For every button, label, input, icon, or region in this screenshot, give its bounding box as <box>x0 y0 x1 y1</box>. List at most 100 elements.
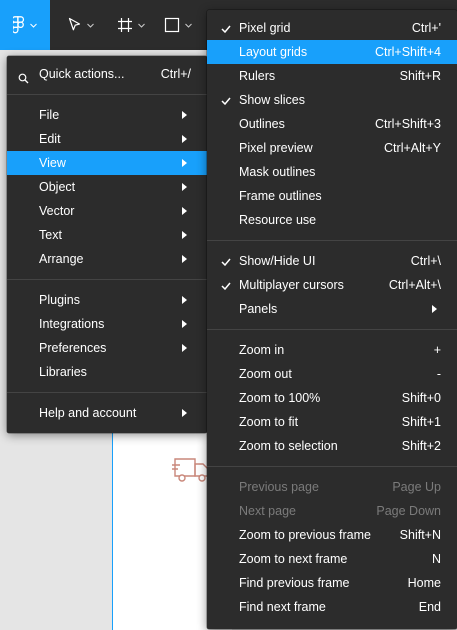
menu-item-zoom-to-next-frame[interactable]: Zoom to next frame N <box>207 547 457 571</box>
menu-item-shortcut: Ctrl+Shift+3 <box>374 117 441 131</box>
chevron-right-icon <box>182 296 187 304</box>
menu-item-zoom-to-fit[interactable]: Zoom to fit Shift+1 <box>207 410 457 434</box>
move-tool-button[interactable] <box>58 0 104 50</box>
menu-item-help-and-account[interactable]: Help and account <box>7 401 207 425</box>
menu-item-next-page: Next page Page Down <box>207 499 457 523</box>
menu-item-preferences[interactable]: Preferences <box>7 336 207 360</box>
menu-item-quick-actions[interactable]: Quick actions... Ctrl+/ <box>7 62 207 86</box>
menu-item-libraries[interactable]: Libraries <box>7 360 207 384</box>
menu-item-label: Pixel grid <box>239 21 291 35</box>
menu-separator <box>7 392 207 393</box>
chevron-right-icon <box>182 255 187 263</box>
menu-item-zoom-in[interactable]: Zoom in + <box>207 338 457 362</box>
menu-item-label: Show slices <box>239 93 305 107</box>
menu-item-mask-outlines[interactable]: Mask outlines <box>207 160 457 184</box>
menu-item-zoom-out[interactable]: Zoom out - <box>207 362 457 386</box>
menu-item-panels[interactable]: Panels <box>207 297 457 321</box>
menu-item-label: Find previous frame <box>239 576 350 590</box>
menu-item-label: Help and account <box>39 406 137 420</box>
menu-item-label: Vector <box>39 204 75 218</box>
menu-item-rulers[interactable]: Rulers Shift+R <box>207 64 457 88</box>
menu-separator <box>207 240 457 241</box>
menu-separator <box>207 329 457 330</box>
menu-item-file[interactable]: File <box>7 103 207 127</box>
menu-item-shortcut: Home <box>407 576 441 590</box>
rectangle-icon <box>164 17 180 33</box>
menu-item-label: Layout grids <box>239 45 308 59</box>
menu-item-find-previous-frame[interactable]: Find previous frame Home <box>207 571 457 595</box>
menu-item-label: Zoom to 100% <box>239 391 321 405</box>
menu-item-shortcut: Shift+N <box>399 528 441 542</box>
chevron-right-icon <box>182 344 187 352</box>
menu-item-label: Panels <box>239 302 278 316</box>
menu-item-object[interactable]: Object <box>7 175 207 199</box>
menu-item-text[interactable]: Text <box>7 223 207 247</box>
checkmark-icon <box>219 16 233 40</box>
chevron-down-icon <box>185 23 192 28</box>
chevron-right-icon <box>182 320 187 328</box>
menu-item-show-slices[interactable]: Show slices <box>207 88 457 112</box>
menu-item-label: Preferences <box>39 341 107 355</box>
menu-item-zoom-to-selection[interactable]: Zoom to selection Shift+2 <box>207 434 457 458</box>
menu-item-edit[interactable]: Edit <box>7 127 207 151</box>
shape-tool-button[interactable] <box>155 0 201 50</box>
chevron-right-icon <box>182 231 187 239</box>
menu-item-shortcut: Ctrl+Alt+Y <box>384 141 441 155</box>
menu-item-label: Outlines <box>239 117 285 131</box>
menu-item-zoom-to-100[interactable]: Zoom to 100% Shift+0 <box>207 386 457 410</box>
menu-item-view[interactable]: View <box>7 151 207 175</box>
menu-item-integrations[interactable]: Integrations <box>7 312 207 336</box>
chevron-down-icon <box>30 23 37 28</box>
menu-item-shortcut: Shift+2 <box>401 439 441 453</box>
frame-hash-icon <box>117 17 133 33</box>
menu-item-shortcut: Ctrl+Alt+\ <box>388 278 441 292</box>
main-menu-button[interactable] <box>0 0 50 50</box>
menu-item-shortcut: Page Down <box>376 504 441 518</box>
menu-item-layout-grids[interactable]: Layout grids Ctrl+Shift+4 <box>207 40 457 64</box>
menu-item-label: Integrations <box>39 317 105 331</box>
menu-item-shortcut: Ctrl+' <box>411 21 441 35</box>
view-submenu: Pixel grid Ctrl+' Layout grids Ctrl+Shift+4… <box>207 10 457 629</box>
menu-item-label: Pixel preview <box>239 141 313 155</box>
menu-item-shortcut: Shift+R <box>399 69 441 83</box>
menu-item-label: Text <box>39 228 62 242</box>
menu-item-find-next-frame[interactable]: Find next frame End <box>207 595 457 619</box>
menu-item-label: Zoom out <box>239 367 292 381</box>
menu-item-label: Plugins <box>39 293 80 307</box>
menu-item-label: Quick actions... <box>39 67 125 81</box>
menu-item-previous-page: Previous page Page Up <box>207 475 457 499</box>
menu-item-vector[interactable]: Vector <box>7 199 207 223</box>
checkmark-icon <box>219 88 233 112</box>
menu-item-show-hide-ui[interactable]: Show/Hide UI Ctrl+\ <box>207 249 457 273</box>
chevron-right-icon <box>182 183 187 191</box>
frame-tool-button[interactable] <box>108 0 154 50</box>
menu-item-shortcut: Shift+0 <box>401 391 441 405</box>
menu-item-pixel-grid[interactable]: Pixel grid Ctrl+' <box>207 16 457 40</box>
chevron-right-icon <box>432 305 437 313</box>
menu-item-pixel-preview[interactable]: Pixel preview Ctrl+Alt+Y <box>207 136 457 160</box>
menu-item-outlines[interactable]: Outlines Ctrl+Shift+3 <box>207 112 457 136</box>
menu-item-arrange[interactable]: Arrange <box>7 247 207 271</box>
menu-item-plugins[interactable]: Plugins <box>7 288 207 312</box>
menu-item-label: Multiplayer cursors <box>239 278 344 292</box>
checkmark-icon <box>219 273 233 297</box>
menu-item-label: Frame outlines <box>239 189 322 203</box>
menu-item-label: Rulers <box>239 69 276 83</box>
menu-item-resource-use[interactable]: Resource use <box>207 208 457 232</box>
move-cursor-icon <box>68 17 82 33</box>
menu-separator <box>7 94 207 95</box>
menu-item-label: Find next frame <box>239 600 326 614</box>
menu-item-shortcut: N <box>431 552 441 566</box>
menu-item-shortcut: Ctrl+/ <box>160 67 191 81</box>
menu-item-label: Zoom to next frame <box>239 552 348 566</box>
menu-item-label: Arrange <box>39 252 84 266</box>
chevron-right-icon <box>182 111 187 119</box>
menu-item-zoom-to-previous-frame[interactable]: Zoom to previous frame Shift+N <box>207 523 457 547</box>
chevron-right-icon <box>182 159 187 167</box>
menu-item-frame-outlines[interactable]: Frame outlines <box>207 184 457 208</box>
menu-item-label: View <box>39 156 66 170</box>
menu-item-label: Resource use <box>239 213 317 227</box>
menu-item-multiplayer-cursors[interactable]: Multiplayer cursors Ctrl+Alt+\ <box>207 273 457 297</box>
menu-item-label: Previous page <box>239 480 319 494</box>
menu-item-shortcut: Ctrl+Shift+4 <box>374 45 441 59</box>
